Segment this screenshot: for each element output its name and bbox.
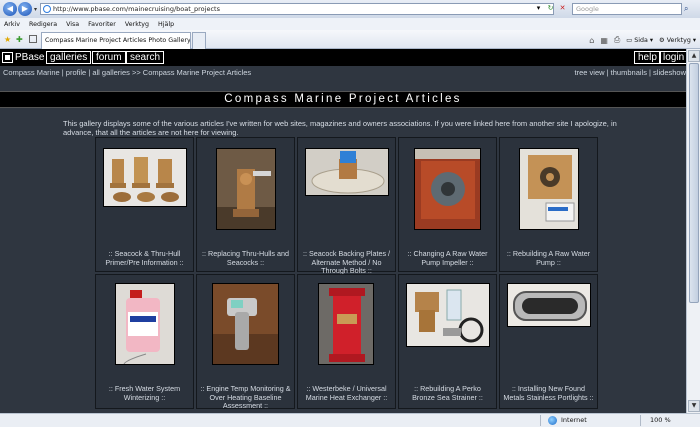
gallery-caption[interactable]: :: Fresh Water System Winterizing :: [99, 384, 190, 402]
nav-forum[interactable]: forum [92, 51, 126, 64]
nav-galleries[interactable]: galleries [46, 51, 92, 64]
address-bar: ◀ ▶ ▾ http://www.pbase.com/mainecruising… [0, 0, 700, 18]
print-icon[interactable]: ⎙ [614, 35, 620, 45]
bronze-seacock-parts-photo[interactable] [103, 148, 187, 207]
gallery-item[interactable]: :: Rebuilding A Perko Bronze Sea Straine… [398, 274, 497, 409]
gallery-item[interactable]: :: Westerbeke / Universal Marine Heat Ex… [297, 274, 396, 409]
menu-bar: Arkiv Redigera Visa Favoriter Verktyg Hj… [0, 18, 700, 30]
gallery-caption[interactable]: :: Replacing Thru-Hulls and Seacocks :: [200, 249, 291, 267]
menu-item-view[interactable]: Visa [66, 21, 79, 28]
menu-item-favorites[interactable]: Favoriter [88, 21, 116, 28]
view-options[interactable]: tree view | thumbnails | slideshow [575, 68, 686, 77]
add-favorite-icon[interactable]: ✚ [16, 35, 23, 44]
status-separator [640, 415, 641, 426]
internet-zone-icon [548, 416, 557, 425]
menu-item-edit[interactable]: Redigera [29, 21, 57, 28]
gallery-caption[interactable]: :: Seacock & Thru-Hull Primer/Pre Inform… [99, 249, 190, 267]
vertical-scrollbar[interactable]: ▲ ▼ [686, 49, 700, 413]
gallery-grid: :: Seacock & Thru-Hull Primer/Pre Inform… [95, 137, 598, 411]
tools-label: Verktyg [666, 36, 691, 44]
seacock-valve-photo[interactable] [216, 148, 276, 230]
url-dropdown-icon[interactable]: ▾ [534, 4, 543, 13]
gallery-item[interactable]: :: Fresh Water System Winterizing :: [95, 274, 194, 409]
nav-search[interactable]: search [126, 51, 165, 64]
status-bar: Internet 100 % [0, 413, 700, 427]
menu-item-tools[interactable]: Verktyg [125, 21, 149, 28]
menu-item-file[interactable]: Arkiv [4, 21, 20, 28]
site-navbar: PBase galleries forum search help login [0, 49, 700, 66]
ie-page-icon [43, 5, 51, 13]
backing-plate-photo[interactable] [305, 148, 389, 196]
portlight-photo[interactable] [507, 283, 591, 327]
new-tab-button[interactable] [192, 32, 206, 49]
feeds-icon[interactable]: ▦ [600, 36, 608, 45]
gallery-caption[interactable]: :: Westerbeke / Universal Marine Heat Ex… [301, 384, 392, 402]
sea-strainer-photo[interactable] [406, 283, 490, 347]
search-input[interactable]: Google [572, 3, 682, 15]
zoom-level[interactable]: 100 % [650, 416, 671, 424]
status-separator [540, 415, 541, 426]
forward-button[interactable]: ▶ [18, 2, 32, 16]
heat-exchanger-photo[interactable] [318, 283, 374, 365]
tools-menu-button[interactable]: ⚙ Verktyg ▾ [659, 37, 696, 44]
gallery-item[interactable]: :: Seacock Backing Plates / Alternate Me… [297, 137, 396, 275]
gallery-item[interactable]: :: Rebuilding A Raw Water Pump :: [499, 137, 598, 272]
scroll-up-icon[interactable]: ▲ [688, 50, 700, 62]
gallery-item[interactable]: :: Changing A Raw Water Pump Impeller :: [398, 137, 497, 272]
pbase-logo-text: PBase [15, 52, 45, 63]
home-icon[interactable]: ⌂ [589, 36, 594, 45]
gallery-caption[interactable]: :: Engine Temp Monitoring & Over Heating… [200, 384, 291, 411]
gallery-caption[interactable]: :: Rebuilding A Perko Bronze Sea Straine… [402, 384, 493, 402]
quick-tabs-icon[interactable] [29, 35, 37, 43]
nav-help[interactable]: help [634, 51, 661, 64]
water-pump-photo[interactable] [414, 148, 481, 230]
scroll-thumb[interactable] [689, 63, 699, 303]
gallery-caption[interactable]: :: Changing A Raw Water Pump Impeller :: [402, 249, 493, 267]
gallery-caption[interactable]: :: Installing New Found Metals Stainless… [503, 384, 594, 402]
history-dropdown-icon[interactable]: ▾ [34, 6, 37, 13]
tab-active[interactable]: Compass Marine Project Articles Photo Ga… [41, 32, 191, 49]
gallery-item[interactable]: :: Installing New Found Metals Stainless… [499, 274, 598, 409]
page-menu-button[interactable]: ▭ Sida ▾ [626, 37, 653, 44]
favorites-star-icon[interactable]: ★ [4, 35, 11, 44]
gallery-description: This gallery displays some of the variou… [63, 119, 617, 137]
back-button[interactable]: ◀ [3, 2, 17, 16]
url-text: http://www.pbase.com/mainecruising/boat_… [53, 5, 220, 13]
url-field[interactable]: http://www.pbase.com/mainecruising/boat_… [40, 3, 554, 15]
nav-login[interactable]: login [659, 51, 689, 64]
page-label: Sida [634, 36, 648, 44]
search-icon[interactable]: ⌕ [684, 4, 688, 14]
pbase-logo[interactable]: PBase [2, 51, 44, 64]
breadcrumb[interactable]: Compass Marine | profile | all galleries… [3, 68, 251, 77]
page-icon: ▭ [626, 36, 633, 44]
gallery-item[interactable]: :: Seacock & Thru-Hull Primer/Pre Inform… [95, 137, 194, 272]
security-zone[interactable]: Internet [561, 416, 587, 424]
gear-icon: ⚙ [659, 36, 665, 44]
gallery-caption[interactable]: :: Seacock Backing Plates / Alternate Me… [301, 249, 392, 276]
pbase-logo-icon [2, 52, 13, 63]
gallery-item[interactable]: :: Engine Temp Monitoring & Over Heating… [196, 274, 295, 411]
menu-item-help[interactable]: Hjälp [158, 21, 174, 28]
gallery-item[interactable]: :: Replacing Thru-Hulls and Seacocks :: [196, 137, 295, 272]
antifreeze-bottle-photo[interactable] [115, 283, 175, 365]
stop-icon[interactable]: ✕ [558, 4, 567, 13]
scroll-down-icon[interactable]: ▼ [688, 400, 700, 412]
infrared-thermometer-photo[interactable] [212, 283, 279, 365]
page-title: Compass Marine Project Articles [0, 91, 686, 108]
pump-rebuild-photo[interactable] [519, 148, 579, 230]
refresh-icon[interactable]: ↻ [546, 4, 555, 13]
web-page: PBase galleries forum search help login … [0, 49, 700, 413]
gallery-caption[interactable]: :: Rebuilding A Raw Water Pump :: [503, 249, 594, 267]
tab-bar: ★ ✚ Compass Marine Project Articles Phot… [0, 30, 700, 49]
